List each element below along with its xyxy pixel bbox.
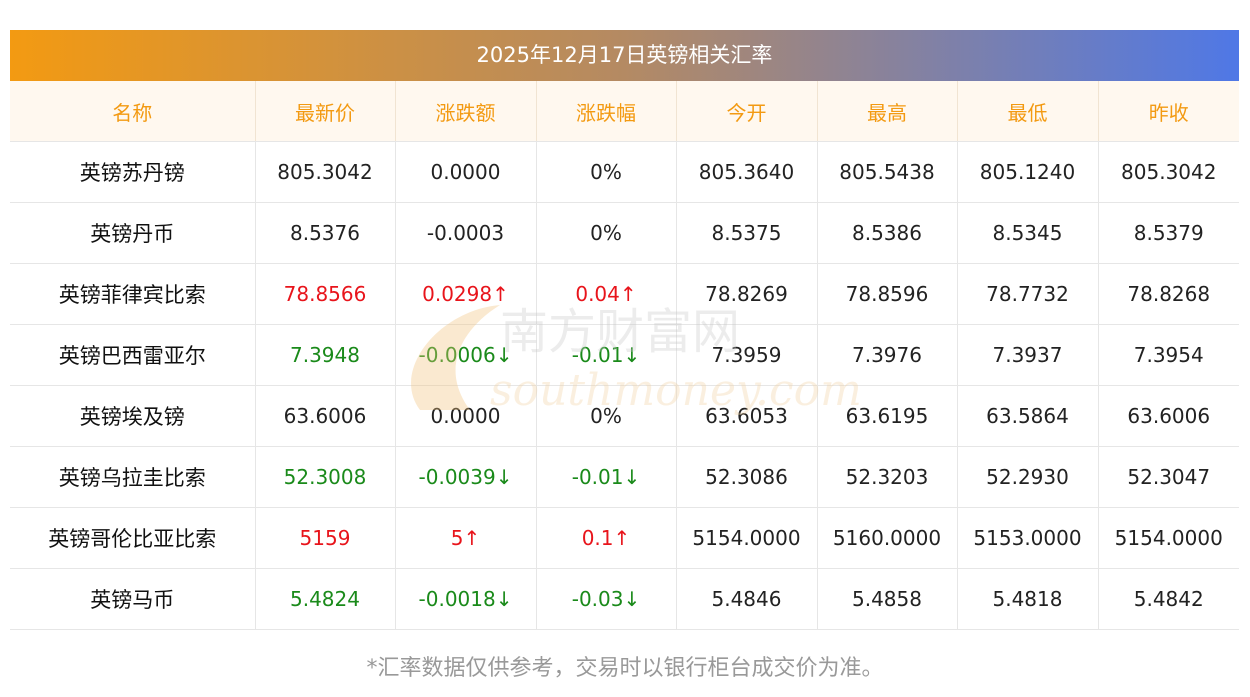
low-price-cell: 78.7732 [957,263,1099,325]
high-price-cell: 63.6195 [817,385,958,447]
open-price-cell: 5154.0000 [676,507,818,569]
currency-pair-name: 英镑马币 [10,568,256,630]
low-price-cell: 805.1240 [957,141,1099,203]
column-header-prev-close: 昨收 [1098,81,1239,142]
change-percent-cell: -0.01↓ [536,446,677,508]
column-header-change-pct: 涨跌幅 [536,81,677,142]
column-header-change: 涨跌额 [395,81,537,142]
open-price-cell: 5.4846 [676,568,818,630]
latest-price-cell: 63.6006 [255,385,396,447]
change-amount-cell: -0.0006↓ [395,324,537,386]
latest-price-cell: 5159 [255,507,396,569]
prev-close-cell: 5.4842 [1098,568,1239,630]
currency-pair-name: 英镑巴西雷亚尔 [10,324,256,386]
table-row: 英镑哥伦比亚比索 5159 5↑ 0.1↑ 5154.0000 5160.0000 5153… [10,507,1239,569]
latest-price-cell: 805.3042 [255,141,396,203]
currency-pair-name: 英镑乌拉圭比索 [10,446,256,508]
high-price-cell: 805.5438 [817,141,958,203]
prev-close-cell: 8.5379 [1098,202,1239,264]
low-price-cell: 7.3937 [957,324,1099,386]
change-amount-cell: 0.0000 [395,141,537,203]
latest-price-cell: 8.5376 [255,202,396,264]
column-header-open: 今开 [676,81,818,142]
high-price-cell: 8.5386 [817,202,958,264]
table-header-row: 名称 最新价 涨跌额 涨跌幅 今开 最高 最低 昨收 [10,81,1239,142]
table-row: 英镑埃及镑 63.6006 0.0000 0% 63.6053 63.6195 63.586… [10,385,1239,447]
disclaimer-footnote: *汇率数据仅供参考，交易时以银行柜台成交价为准。 [366,656,884,681]
open-price-cell: 805.3640 [676,141,818,203]
high-price-cell: 78.8596 [817,263,958,325]
open-price-cell: 63.6053 [676,385,818,447]
prev-close-cell: 78.8268 [1098,263,1239,325]
latest-price-cell: 5.4824 [255,568,396,630]
latest-price-cell: 78.8566 [255,263,396,325]
high-price-cell: 5.4858 [817,568,958,630]
open-price-cell: 8.5375 [676,202,818,264]
column-header-name: 名称 [10,81,256,142]
change-percent-cell: -0.01↓ [536,324,677,386]
change-percent-cell: 0% [536,141,677,203]
low-price-cell: 5.4818 [957,568,1099,630]
change-percent-cell: -0.03↓ [536,568,677,630]
change-percent-cell: 0% [536,202,677,264]
latest-price-cell: 52.3008 [255,446,396,508]
currency-pair-name: 英镑菲律宾比索 [10,263,256,325]
change-amount-cell: -0.0039↓ [395,446,537,508]
table-row: 英镑菲律宾比索 78.8566 0.0298↑ 0.04↑ 78.8269 78.8596… [10,263,1239,325]
change-amount-cell: 0.0298↑ [395,263,537,325]
low-price-cell: 5153.0000 [957,507,1099,569]
high-price-cell: 7.3976 [817,324,958,386]
prev-close-cell: 7.3954 [1098,324,1239,386]
low-price-cell: 63.5864 [957,385,1099,447]
change-percent-cell: 0.04↑ [536,263,677,325]
page-title: 2025年12月17日英镑相关汇率 [10,30,1239,81]
change-amount-cell: 5↑ [395,507,537,569]
table-row: 英镑乌拉圭比索 52.3008 -0.0039↓ -0.01↓ 52.3086 52.32… [10,446,1239,508]
currency-pair-name: 英镑埃及镑 [10,385,256,447]
low-price-cell: 8.5345 [957,202,1099,264]
high-price-cell: 5160.0000 [817,507,958,569]
latest-price-cell: 7.3948 [255,324,396,386]
currency-pair-name: 英镑苏丹镑 [10,141,256,203]
change-percent-cell: 0% [536,385,677,447]
low-price-cell: 52.2930 [957,446,1099,508]
prev-close-cell: 805.3042 [1098,141,1239,203]
prev-close-cell: 63.6006 [1098,385,1239,447]
open-price-cell: 52.3086 [676,446,818,508]
change-percent-cell: 0.1↑ [536,507,677,569]
change-amount-cell: 0.0000 [395,385,537,447]
currency-pair-name: 英镑哥伦比亚比索 [10,507,256,569]
high-price-cell: 52.3203 [817,446,958,508]
open-price-cell: 7.3959 [676,324,818,386]
change-amount-cell: -0.0003 [395,202,537,264]
table-row: 英镑苏丹镑 805.3042 0.0000 0% 805.3640 805.5438 805… [10,141,1239,203]
table-row: 英镑丹币 8.5376 -0.0003 0% 8.5375 8.5386 8.5345 8.5… [10,202,1239,264]
rates-table: 名称 最新价 涨跌额 涨跌幅 今开 最高 最低 昨收 英镑苏丹镑 805.3042… [10,81,1239,630]
currency-pair-name: 英镑丹币 [10,202,256,264]
prev-close-cell: 5154.0000 [1098,507,1239,569]
column-header-latest: 最新价 [255,81,396,142]
prev-close-cell: 52.3047 [1098,446,1239,508]
table-row: 英镑马币 5.4824 -0.0018↓ -0.03↓ 5.4846 5.4858 5.48… [10,568,1239,630]
change-amount-cell: -0.0018↓ [395,568,537,630]
column-header-low: 最低 [957,81,1099,142]
table-row: 英镑巴西雷亚尔 7.3948 -0.0006↓ -0.01↓ 7.3959 7.3976 7… [10,324,1239,386]
rates-panel: 2025年12月17日英镑相关汇率 名称 最新价 涨跌额 涨跌幅 今开 最高 最… [10,30,1239,630]
open-price-cell: 78.8269 [676,263,818,325]
column-header-high: 最高 [817,81,958,142]
